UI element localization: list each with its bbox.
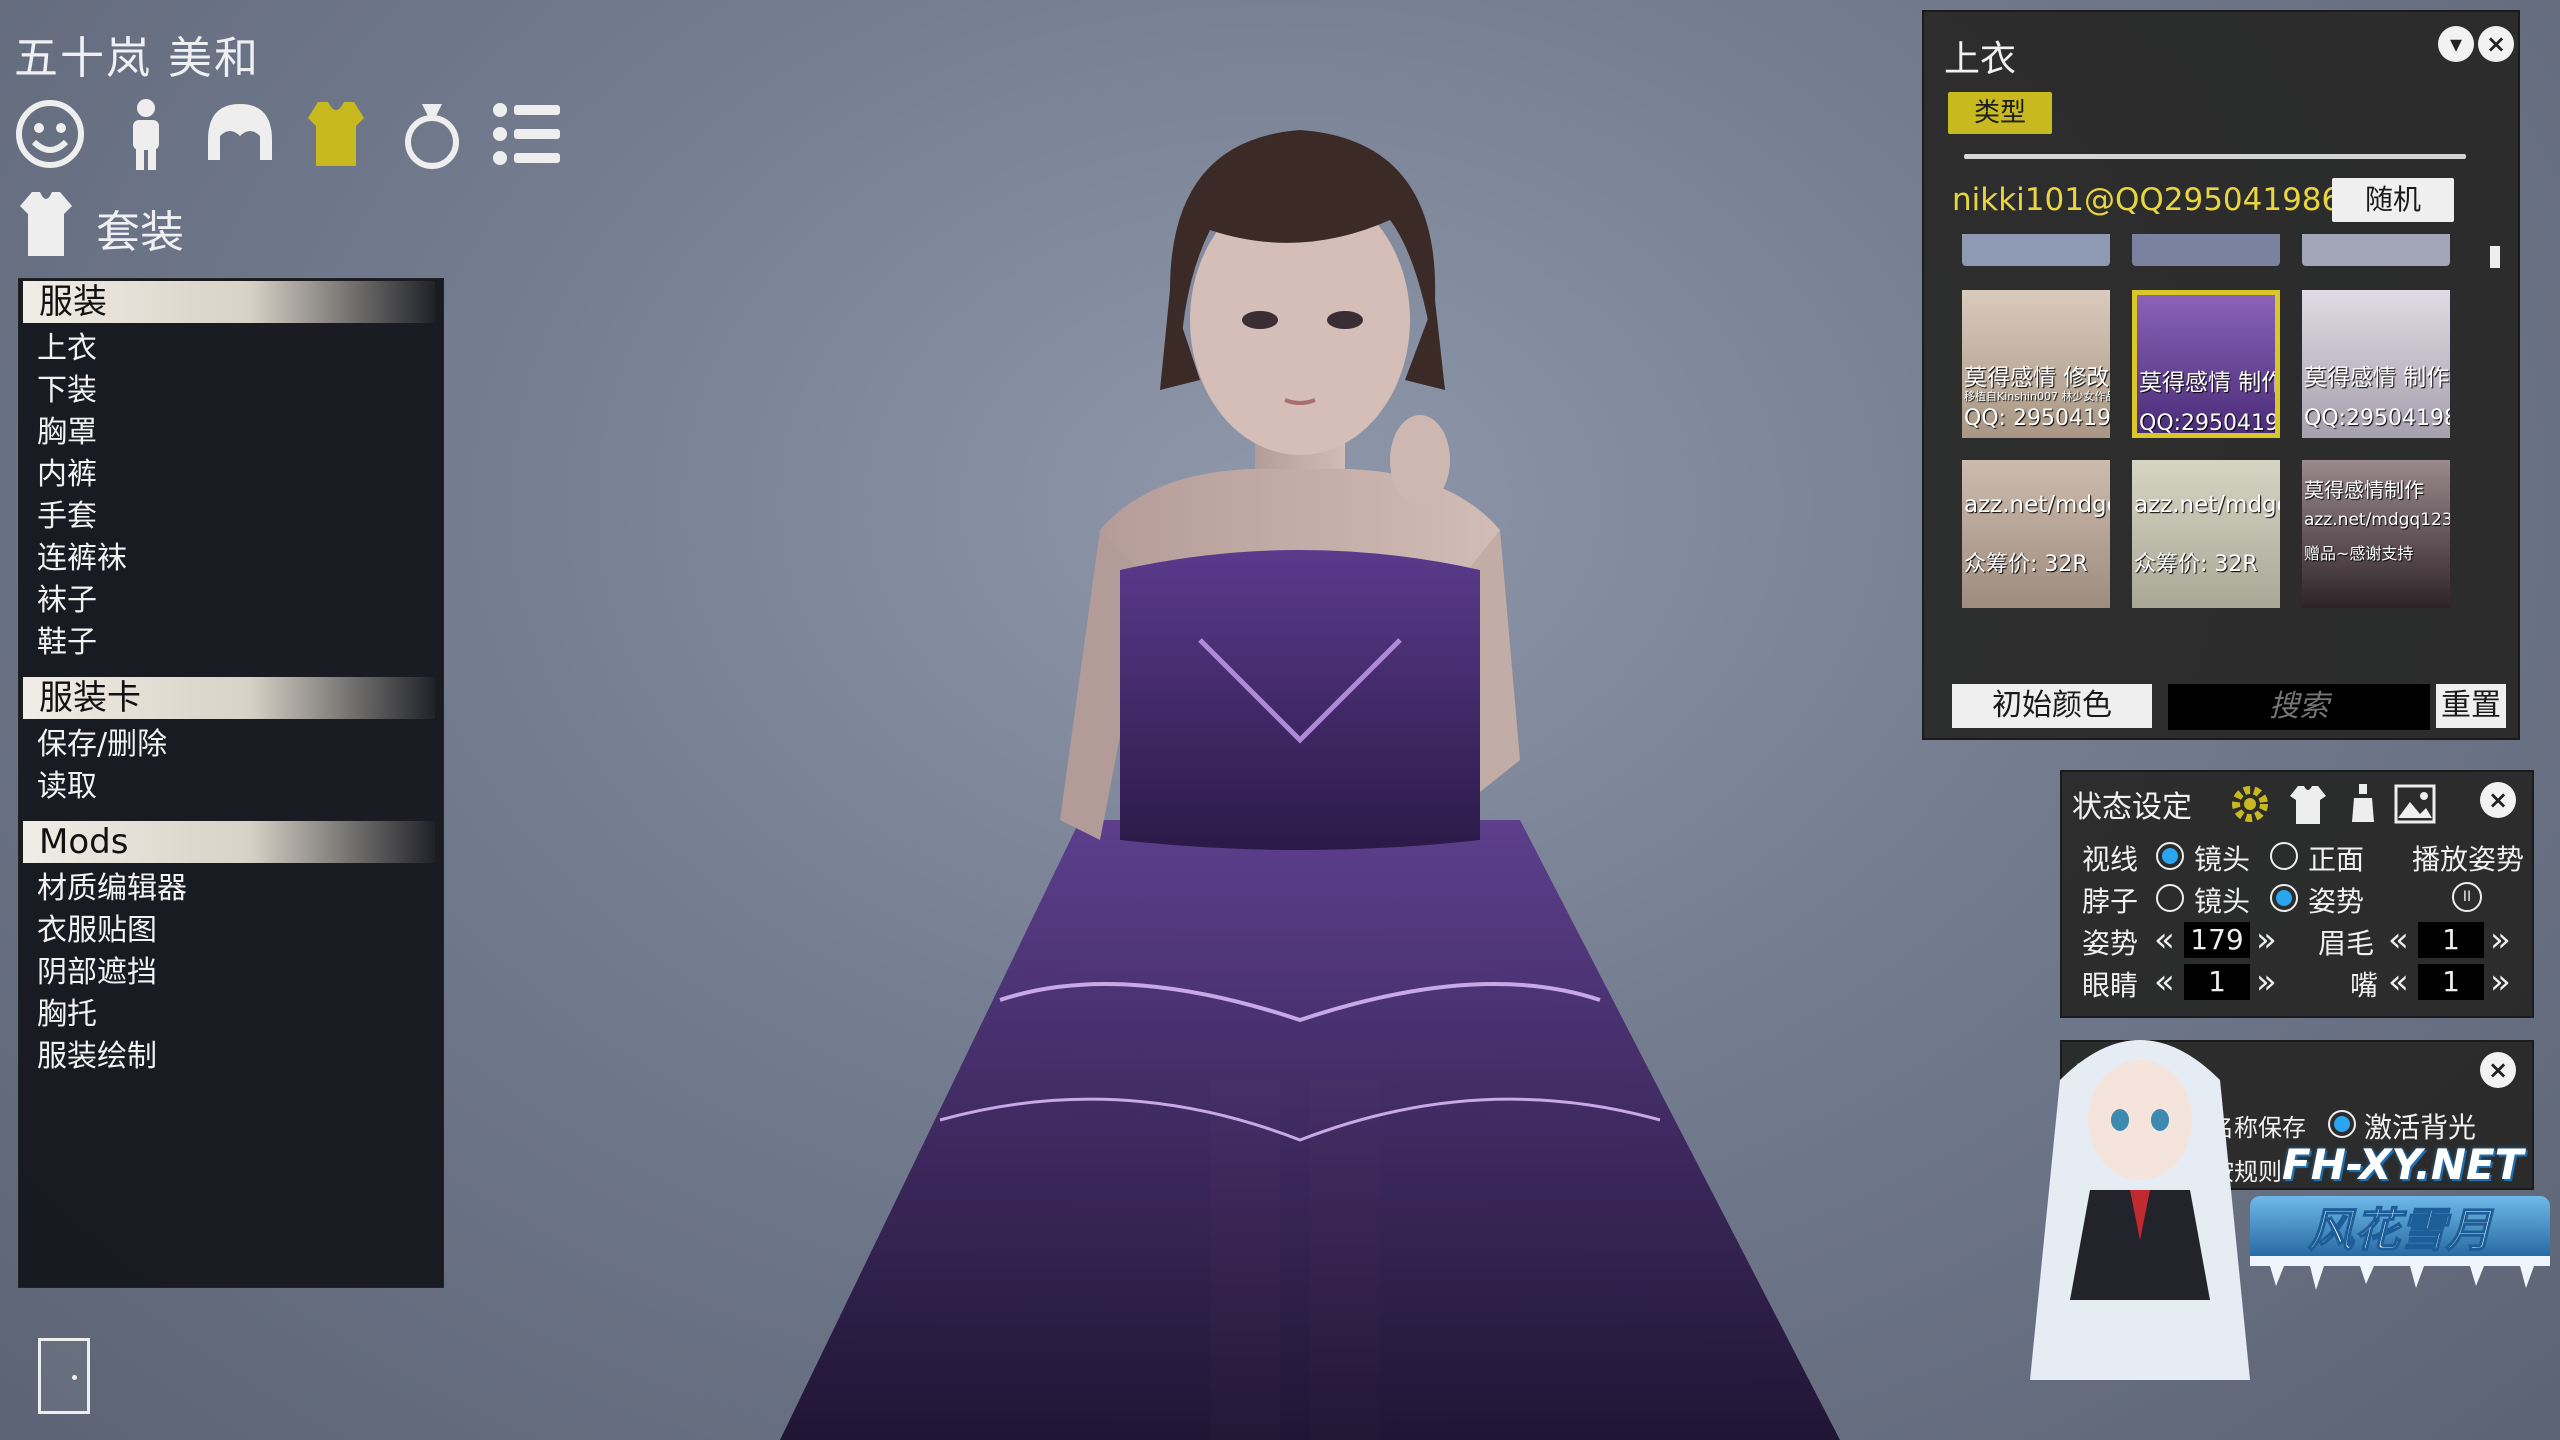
face-icon[interactable] xyxy=(12,96,88,172)
accessory-ring-icon[interactable] xyxy=(394,96,470,172)
gaze-front-radio[interactable] xyxy=(2270,842,2298,870)
gaze-camera-radio[interactable] xyxy=(2156,842,2184,870)
thumbnail-item[interactable]: azz.net/mdgq123 众筹价: 32R xyxy=(2132,460,2280,608)
mouth-value[interactable]: 1 xyxy=(2418,964,2484,1000)
backlight-radio[interactable] xyxy=(2328,1110,2356,1138)
random-button[interactable]: 随机 xyxy=(2332,178,2454,222)
menu-item-underwear[interactable]: 内裤 xyxy=(37,455,97,495)
thumbnail-item[interactable]: 莫得感情 制作 QQ:2950419862 xyxy=(2302,290,2450,438)
watermark-brand-text: 风花雪月 xyxy=(2308,1203,2494,1257)
type-button[interactable]: 类型 xyxy=(1948,92,2052,134)
panel-title: 状态设定 xyxy=(2072,790,2192,825)
thumbnail-item[interactable]: 莫得感情制作 azz.net/mdgq123 赠品~感谢支持 xyxy=(2302,460,2450,608)
menu-item-save-delete[interactable]: 保存/删除 xyxy=(37,725,167,765)
eyebrow-value[interactable]: 1 xyxy=(2418,922,2484,958)
gaze-label: 视线 xyxy=(2082,843,2139,876)
eyebrow-decrement-icon[interactable]: « xyxy=(2388,922,2409,958)
neck-pose-radio[interactable] xyxy=(2270,884,2298,912)
thumbnail-item-selected[interactable]: 莫得感情 制作 QQ:2950419862 xyxy=(2132,290,2280,438)
section-header-outfit-card: 服装卡 xyxy=(23,677,435,719)
thumbnail-partial[interactable] xyxy=(2302,234,2450,266)
sub-category-title: 套装 xyxy=(96,207,184,258)
dress-skirt xyxy=(780,820,1840,1440)
section-header-clothing: 服装 xyxy=(23,281,435,323)
menu-item-bottom[interactable]: 下装 xyxy=(37,371,97,411)
clothing-icon[interactable] xyxy=(298,96,374,172)
panel-title: 上衣 xyxy=(1944,39,2017,80)
pose-decrement-icon[interactable]: « xyxy=(2154,922,2175,958)
watermark-mascot-image xyxy=(2030,1040,2250,1380)
pose-increment-icon[interactable]: » xyxy=(2256,922,2277,958)
clothing-select-panel: 上衣 ▾ × 类型 nikki101@QQ2950419862 随机 莫得感情 … xyxy=(1922,10,2520,740)
close-icon[interactable]: × xyxy=(2480,1052,2516,1088)
scrollbar-thumb[interactable] xyxy=(2490,246,2500,268)
character-name: 五十岚 美和 xyxy=(14,33,260,84)
divider xyxy=(1964,154,2466,159)
menu-item-load[interactable]: 读取 xyxy=(37,767,97,807)
author-label: nikki101@QQ2950419862 xyxy=(1952,182,2361,218)
neck-camera-label: 镜头 xyxy=(2194,885,2251,918)
clothes-icon[interactable] xyxy=(2288,782,2328,826)
thumbnail-partial[interactable] xyxy=(1962,234,2110,266)
body-icon[interactable] xyxy=(108,96,184,172)
eyes-increment-icon[interactable]: » xyxy=(2256,964,2277,1000)
menu-item-pantyhose[interactable]: 连裤袜 xyxy=(37,539,127,579)
close-icon[interactable]: × xyxy=(2478,26,2514,62)
menu-item-material-editor[interactable]: 材质编辑器 xyxy=(37,869,187,909)
gaze-camera-label: 镜头 xyxy=(2194,843,2251,876)
pose-label: 姿势 xyxy=(2082,927,2139,960)
eyebrow-label: 眉毛 xyxy=(2318,927,2375,960)
menu-item-gloves[interactable]: 手套 xyxy=(37,497,97,537)
left-menu-panel: 服装 上衣 下装 胸罩 内裤 手套 连裤袜 袜子 鞋子 服装卡 保存/删除 读取… xyxy=(18,278,444,1288)
status-settings-panel: 状态设定 × 视线 镜头 正面 播放姿势 脖子 镜头 姿势 II 姿势 « 17… xyxy=(2060,770,2534,1018)
eyes-decrement-icon[interactable]: « xyxy=(2154,964,2175,1000)
menu-item-censor[interactable]: 阴部遮挡 xyxy=(37,953,157,993)
accessory-icon[interactable] xyxy=(2348,782,2378,826)
eyes-value[interactable]: 1 xyxy=(2184,964,2250,1000)
thumbnail-item[interactable]: azz.net/mdgq123 众筹价: 32R xyxy=(1962,460,2110,608)
neck-camera-radio[interactable] xyxy=(2156,884,2184,912)
mouth-label: 嘴 xyxy=(2350,969,2379,1002)
menu-item-bra[interactable]: 胸罩 xyxy=(37,413,97,453)
image-icon[interactable] xyxy=(2394,784,2436,824)
reset-button[interactable]: 重置 xyxy=(2436,684,2506,728)
play-pose-label: 播放姿势 xyxy=(2412,843,2525,876)
character-3d-view[interactable] xyxy=(700,60,1900,1440)
eyes-label: 眼睛 xyxy=(2082,969,2139,1002)
thumbnail-grid: 莫得感情 修改 移植自Kinshin007 林少女作品 QQ: 29504198… xyxy=(1956,234,2456,614)
menu-item-shoes[interactable]: 鞋子 xyxy=(37,623,97,663)
initial-color-button[interactable]: 初始颜色 xyxy=(1952,684,2152,728)
exit-door-icon[interactable] xyxy=(38,1338,90,1414)
gear-icon[interactable] xyxy=(2228,782,2272,826)
thumbnail-partial[interactable] xyxy=(2132,234,2280,266)
pose-value[interactable]: 179 xyxy=(2184,922,2250,958)
thumbnail-item[interactable]: 莫得感情 修改 移植自Kinshin007 林少女作品 QQ: 29504198… xyxy=(1962,290,2110,438)
menu-item-clothes-paint[interactable]: 服装绘制 xyxy=(37,1037,157,1077)
watermark-site-text: FH-XY.NET xyxy=(2282,1140,2524,1189)
neck-pose-label: 姿势 xyxy=(2308,885,2365,918)
mouth-decrement-icon[interactable]: « xyxy=(2388,964,2409,1000)
collapse-icon[interactable]: ▾ xyxy=(2438,26,2474,62)
mouth-increment-icon[interactable]: » xyxy=(2490,964,2511,1000)
dress-bodice xyxy=(1120,550,1480,850)
list-icon[interactable] xyxy=(490,96,566,172)
outfit-icon xyxy=(20,192,72,256)
menu-item-socks[interactable]: 袜子 xyxy=(37,581,97,621)
eyebrow-increment-icon[interactable]: » xyxy=(2490,922,2511,958)
menu-item-push-up[interactable]: 胸托 xyxy=(37,995,97,1035)
search-input[interactable] xyxy=(2168,684,2430,730)
neck-label: 脖子 xyxy=(2082,885,2139,918)
pause-icon[interactable]: II xyxy=(2452,882,2482,912)
section-header-mods: Mods xyxy=(23,821,435,863)
menu-item-clothes-texture[interactable]: 衣服贴图 xyxy=(37,911,157,951)
menu-item-top[interactable]: 上衣 xyxy=(37,329,97,369)
close-icon[interactable]: × xyxy=(2480,782,2516,818)
watermark-brand-banner: 风花雪月 xyxy=(2250,1196,2550,1290)
hair-icon[interactable] xyxy=(202,96,278,172)
gaze-front-label: 正面 xyxy=(2308,843,2365,876)
